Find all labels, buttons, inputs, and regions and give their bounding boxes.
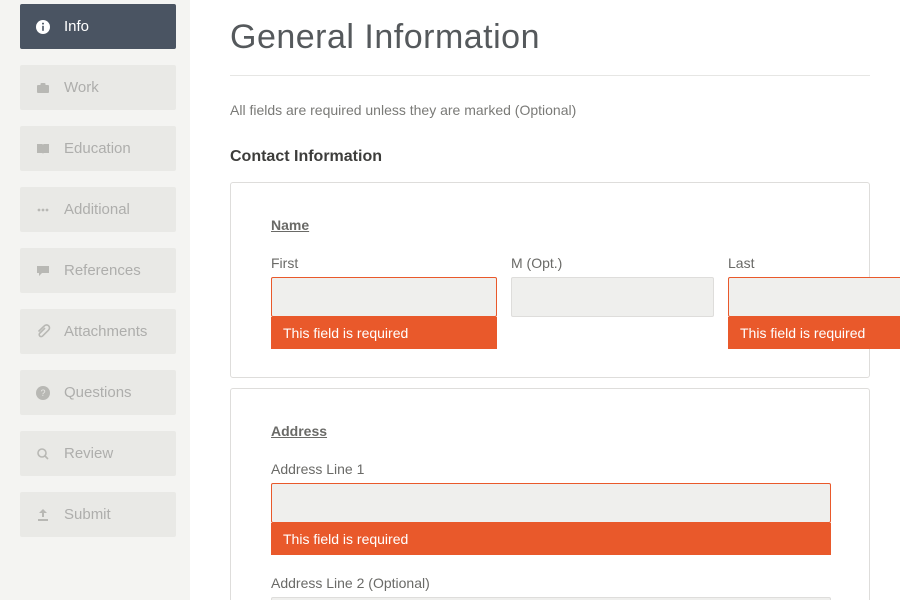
label-last: Last — [728, 255, 900, 271]
sidebar-item-label: Review — [64, 445, 113, 462]
sidebar-item-label: Work — [64, 79, 99, 96]
question-icon: ? — [34, 384, 52, 402]
error-last-name: This field is required — [728, 317, 900, 349]
sidebar-item-education[interactable]: Education — [20, 126, 176, 171]
card-name: Name First This field is required M (Opt… — [230, 182, 870, 378]
sidebar: Info Work Education Additional Reference — [0, 0, 190, 600]
sidebar-item-work[interactable]: Work — [20, 65, 176, 110]
sidebar-item-label: Questions — [64, 384, 132, 401]
input-last-name[interactable] — [728, 277, 900, 317]
input-first-name[interactable] — [271, 277, 497, 317]
group-title-name: Name — [271, 217, 829, 233]
chat-icon — [34, 262, 52, 280]
input-address-line1[interactable] — [271, 483, 831, 523]
group-title-address: Address — [271, 423, 829, 439]
section-title-contact: Contact Information — [230, 148, 870, 166]
sidebar-item-label: Attachments — [64, 323, 147, 340]
error-first-name: This field is required — [271, 317, 497, 349]
sidebar-item-label: Info — [64, 18, 89, 35]
field-middle-initial: M (Opt.) — [511, 255, 714, 349]
app-root: Info Work Education Additional Reference — [0, 0, 900, 600]
review-icon — [34, 445, 52, 463]
helper-text: All fields are required unless they are … — [230, 102, 870, 118]
error-address-line1: This field is required — [271, 523, 831, 555]
dots-icon — [34, 201, 52, 219]
sidebar-item-label: Additional — [64, 201, 130, 218]
sidebar-item-references[interactable]: References — [20, 248, 176, 293]
sidebar-item-questions[interactable]: ? Questions — [20, 370, 176, 415]
field-address-line1: Address Line 1 This field is required — [271, 461, 831, 555]
name-row: First This field is required M (Opt.) La… — [271, 255, 829, 349]
main-content: General Information All fields are requi… — [190, 0, 900, 600]
label-mi: M (Opt.) — [511, 255, 714, 271]
divider — [230, 75, 870, 76]
card-address: Address Address Line 1 This field is req… — [230, 388, 870, 600]
paperclip-icon — [34, 323, 52, 341]
label-address2: Address Line 2 (Optional) — [271, 575, 831, 591]
briefcase-icon — [34, 79, 52, 97]
upload-icon — [34, 506, 52, 524]
book-icon — [34, 140, 52, 158]
sidebar-item-label: Submit — [64, 506, 111, 523]
page-title: General Information — [230, 18, 870, 57]
sidebar-item-submit[interactable]: Submit — [20, 492, 176, 537]
input-middle-initial[interactable] — [511, 277, 714, 317]
label-first: First — [271, 255, 497, 271]
label-address1: Address Line 1 — [271, 461, 831, 477]
sidebar-item-attachments[interactable]: Attachments — [20, 309, 176, 354]
sidebar-item-review[interactable]: Review — [20, 431, 176, 476]
sidebar-item-label: Education — [64, 140, 131, 157]
svg-text:?: ? — [40, 388, 45, 398]
field-address-line2: Address Line 2 (Optional) — [271, 575, 831, 600]
field-last-name: Last This field is required — [728, 255, 900, 349]
sidebar-item-additional[interactable]: Additional — [20, 187, 176, 232]
field-first-name: First This field is required — [271, 255, 497, 349]
sidebar-item-label: References — [64, 262, 141, 279]
sidebar-item-info[interactable]: Info — [20, 4, 176, 49]
info-icon — [34, 18, 52, 36]
